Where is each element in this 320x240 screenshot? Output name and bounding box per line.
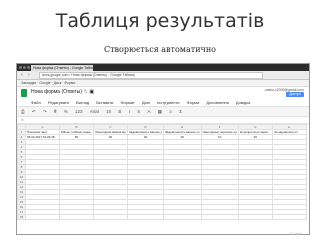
menu-bar: Файл Редагувати Вигляд Вставити Формат Д… [17, 99, 309, 106]
header-cell[interactable]: Інтерпретатор задоч [237, 129, 273, 135]
formula-bar[interactable]: fx [17, 117, 309, 124]
functions-icon[interactable]: Σ [179, 107, 182, 116]
window-maximize-icon[interactable] [27, 66, 30, 69]
menu-item[interactable]: Файл [31, 99, 41, 106]
slide-title: Таблиця результатів [55, 10, 265, 32]
table-row: 18 [17, 214, 307, 220]
timestamp-cell[interactable]: 06.02.2017 10:24:28 [25, 134, 60, 140]
menu-item[interactable]: Редагувати [48, 99, 69, 106]
menu-item[interactable]: Вигляд [76, 99, 89, 106]
empty-cell[interactable] [162, 214, 202, 220]
italic-button[interactable]: I [129, 107, 130, 116]
text-color-button[interactable]: A [147, 107, 150, 116]
forward-button[interactable]: › [28, 72, 30, 78]
empty-cell[interactable] [127, 214, 164, 220]
number-format-button[interactable]: 123 [75, 107, 83, 116]
sheets-logo-icon[interactable] [21, 89, 27, 97]
document-header: Нова форма (Ответы) ☆ ▣ vasko.v2009@gmai… [17, 87, 309, 99]
redo-icon[interactable]: ↷ [43, 107, 47, 116]
document-title[interactable]: Нова форма (Ответы) ☆ ▣ [31, 89, 94, 95]
menu-item[interactable]: Вставити [96, 99, 113, 106]
menu-item[interactable]: Форма [187, 99, 199, 106]
percent-format-button[interactable]: % [64, 107, 68, 116]
undo-icon[interactable]: ↶ [32, 107, 36, 116]
borders-icon[interactable]: ▦ [158, 107, 162, 116]
currency-format-button[interactable]: ₴ [54, 107, 57, 116]
empty-cell[interactable] [237, 214, 273, 220]
empty-cell[interactable] [271, 214, 307, 220]
window-minimize-icon[interactable] [23, 66, 26, 69]
align-icon[interactable]: ≡ [169, 107, 172, 116]
menu-item[interactable]: Доповнення [206, 99, 229, 106]
menu-item[interactable]: Довідка [236, 99, 250, 106]
slide-subtitle: Створюється автоматично [104, 45, 216, 54]
menu-item[interactable]: Дані [142, 99, 150, 106]
empty-cell[interactable] [59, 214, 94, 220]
row-number[interactable]: 18 [17, 214, 26, 220]
empty-cell[interactable] [93, 214, 128, 220]
table-row: 1 Позначка часу Рівень глибини знань Оволод… [17, 129, 307, 135]
empty-cell[interactable] [200, 214, 239, 220]
header-cell[interactable]: Рівень глибини знань [59, 129, 94, 135]
bookmarks-bar[interactable]: Закладки · Google · Диск · Форми [17, 80, 309, 87]
menu-item[interactable]: Інструменти [157, 99, 180, 106]
font-family-select[interactable]: Arial [90, 107, 99, 116]
toolbar: ⎙ ↶ ↷ ₴ % 123 Arial 10 B I S A ▦ ≡ Σ [17, 106, 309, 117]
slide-footer: © slide [289, 231, 302, 236]
window-close-icon[interactable] [19, 66, 22, 69]
header-cell[interactable]: Оволодіння черговою ур [200, 129, 239, 135]
address-bar: ‹ › docs.google.com / Нова форма (Ответы… [17, 71, 309, 80]
back-button[interactable]: ‹ [21, 72, 23, 78]
font-size-select[interactable]: 10 [106, 107, 111, 116]
print-icon[interactable]: ⎙ [21, 107, 25, 116]
strikethrough-button[interactable]: S [137, 107, 140, 116]
empty-cell[interactable] [25, 214, 60, 220]
browser-tab-bar: Нова форма (Ответы) - Google Таблиці [17, 64, 309, 71]
header-cell[interactable]: Задоволеність вашою ул [162, 129, 202, 135]
header-cell[interactable]: Оволодіння вміння мр [93, 129, 128, 135]
sheets-screenshot: Нова форма (Ответы) - Google Таблиці ‹ ›… [16, 63, 310, 235]
spreadsheet-grid[interactable]: A B C D E F G H 1 Позначка часу Рівень гли… [17, 124, 307, 220]
bold-button[interactable]: B [118, 107, 121, 116]
header-cell[interactable]: Задоволеність вашою у [127, 129, 164, 135]
url-field[interactable]: docs.google.com / Нова форма (Ответы) - … [39, 72, 263, 79]
menu-item[interactable]: Формат [121, 99, 135, 106]
share-button[interactable]: Доступ [286, 92, 304, 97]
